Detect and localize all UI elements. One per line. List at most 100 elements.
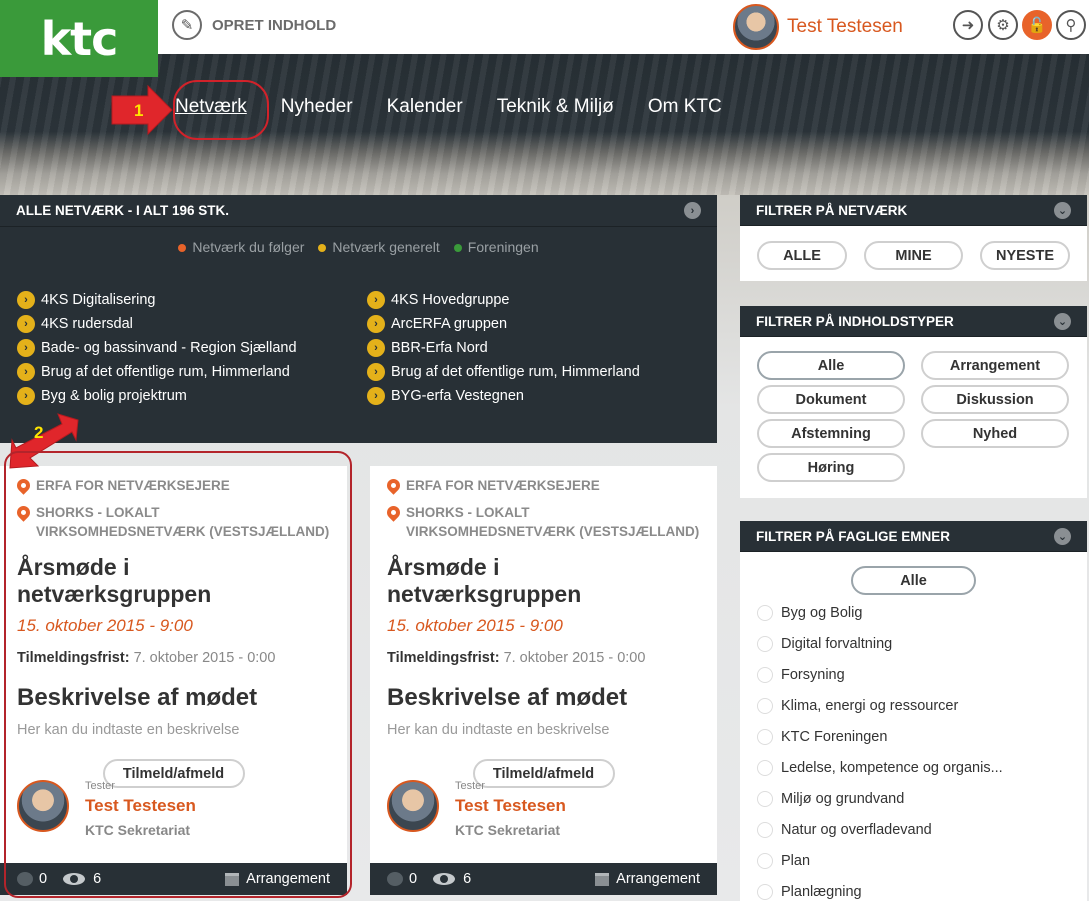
legend-dot <box>318 244 327 253</box>
radio-button[interactable] <box>757 790 773 807</box>
filter-topics-header[interactable]: FILTRER PÅ FAGLIGE EMNER ⌄ <box>740 521 1087 552</box>
event-card[interactable]: ERFA FOR NETVÆRKSEJERE SHORKS - LOKALT V… <box>370 466 717 895</box>
chevron-down-icon[interactable]: ⌄ <box>1054 201 1071 219</box>
network-item[interactable]: › Bade- og bassinvand - Region Sjælland <box>17 339 367 357</box>
topic-item[interactable]: Forsyning <box>757 659 1070 690</box>
filter-types-buttons: Alle Arrangement Dokument Diskussion Afs… <box>740 337 1087 482</box>
comment-count: 0 <box>409 871 418 887</box>
nav-om-ktc[interactable]: Om KTC <box>648 96 722 118</box>
nav-nyheder[interactable]: Nyheder <box>281 96 353 118</box>
topic-item[interactable]: KTC Foreningen <box>757 721 1070 752</box>
type-event-button[interactable]: Arrangement <box>921 351 1069 380</box>
topic-item[interactable]: Miljø og grundvand <box>757 783 1070 814</box>
radio-button[interactable] <box>757 666 773 683</box>
nav-teknik-miljo[interactable]: Teknik & Miljø <box>497 96 614 118</box>
legend-general: Netværk generelt <box>318 239 440 255</box>
chevron-right-icon: › <box>367 339 385 357</box>
radio-button[interactable] <box>757 821 773 838</box>
type-hearing-button[interactable]: Høring <box>757 453 905 482</box>
filter-newest-button[interactable]: NYESTE <box>980 241 1070 270</box>
network-item[interactable]: › BBR-Erfa Nord <box>367 339 707 357</box>
filter-topics-panel: FILTRER PÅ FAGLIGE EMNER ⌄ Alle Byg og B… <box>740 521 1087 901</box>
card-author[interactable]: Tester Test Testesen KTC Sekretariat <box>387 780 566 838</box>
network-item[interactable]: › Brug af det offentlige rum, Himmerland <box>17 363 367 381</box>
search-icon-button[interactable]: ⚲ <box>1056 10 1086 40</box>
chevron-right-icon: › <box>367 315 385 333</box>
card-footer: 0 6 Arrangement <box>370 863 717 895</box>
radio-button[interactable] <box>757 604 773 621</box>
legend-association: Foreningen <box>453 239 539 255</box>
annotation-ring-card <box>4 451 352 898</box>
network-item[interactable]: › Byg & bolig projektrum <box>17 387 367 405</box>
annotation-number-1: 1 <box>134 101 143 120</box>
network-item[interactable]: › Brug af det offentlige rum, Himmerland <box>367 363 707 381</box>
type-poll-button[interactable]: Afstemning <box>757 419 905 448</box>
filter-network-header[interactable]: FILTRER PÅ NETVÆRK ⌄ <box>740 195 1087 226</box>
networks-header: ALLE NETVÆRK - I ALT 196 STK. › <box>0 195 717 227</box>
user-profile[interactable]: Test Testesen <box>733 4 903 50</box>
create-content-button[interactable]: ✎ OPRET INDHOLD <box>172 10 336 40</box>
chevron-right-icon: › <box>17 339 35 357</box>
topic-item[interactable]: Natur og overfladevand <box>757 814 1070 845</box>
filter-network-title: FILTRER PÅ NETVÆRK <box>756 202 908 218</box>
card-deadline: Tilmeldingsfrist: 7. oktober 2015 - 0:00 <box>387 650 646 666</box>
type-discussion-button[interactable]: Diskussion <box>921 385 1069 414</box>
gear-icon-button[interactable]: ⚙ <box>988 10 1018 40</box>
topic-item[interactable]: Planlægning <box>757 876 1070 901</box>
network-item[interactable]: › 4KS rudersdal <box>17 315 367 333</box>
filter-mine-button[interactable]: MINE <box>864 241 963 270</box>
legend-dot <box>178 244 187 253</box>
network-list: › 4KS Digitalisering › 4KS Hovedgruppe › 4K… <box>17 291 707 405</box>
network-item[interactable]: › 4KS Digitalisering <box>17 291 367 309</box>
nav-kalender[interactable]: Kalender <box>387 96 463 118</box>
network-item[interactable]: › BYG-erfa Vestegnen <box>367 387 707 405</box>
topic-all-button[interactable]: Alle <box>851 566 976 595</box>
topic-item[interactable]: Plan <box>757 845 1070 876</box>
filter-types-header[interactable]: FILTRER PÅ INDHOLDSTYPER ⌄ <box>740 306 1087 337</box>
chevron-right-icon: › <box>17 363 35 381</box>
card-category[interactable]: ERFA FOR NETVÆRKSEJERE <box>384 476 700 495</box>
radio-button[interactable] <box>757 697 773 714</box>
chevron-right-icon: › <box>17 387 35 405</box>
view-count: 6 <box>463 871 472 887</box>
edit-icon: ✎ <box>172 10 202 40</box>
map-pin-icon <box>384 476 403 495</box>
card-description-heading: Beskrivelse af mødet <box>387 684 628 711</box>
topic-item[interactable]: Ledelse, kompetence og organis... <box>757 752 1070 783</box>
type-all-button[interactable]: Alle <box>757 351 905 380</box>
legend-dot <box>453 244 462 253</box>
chevron-right-icon[interactable]: › <box>684 202 701 219</box>
radio-button[interactable] <box>757 759 773 776</box>
author-name[interactable]: Test Testesen <box>455 796 566 816</box>
filter-network-panel: FILTRER PÅ NETVÆRK ⌄ ALLE MINE NYESTE <box>740 195 1087 281</box>
author-role: Tester <box>455 780 485 792</box>
ktc-logo[interactable]: ktc <box>0 0 158 77</box>
lock-icon-button[interactable]: 🔓 <box>1022 10 1052 40</box>
type-news-button[interactable]: Nyhed <box>921 419 1069 448</box>
topic-item[interactable]: Klima, energi og ressourcer <box>757 690 1070 721</box>
radio-button[interactable] <box>757 883 773 900</box>
filter-topics-title: FILTRER PÅ FAGLIGE EMNER <box>756 528 951 544</box>
topic-item[interactable]: Byg og Bolig <box>757 597 1070 628</box>
annotation-ring-nav <box>173 80 269 140</box>
chevron-down-icon[interactable]: ⌄ <box>1054 527 1071 545</box>
radio-button[interactable] <box>757 852 773 869</box>
all-networks-panel: ALLE NETVÆRK - I ALT 196 STK. › Netværk … <box>0 195 717 443</box>
topic-list: Byg og Bolig Digital forvaltning Forsyni… <box>740 595 1087 901</box>
card-title[interactable]: Årsmøde i netværksgruppen <box>387 554 700 608</box>
content-type: Arrangement <box>616 871 700 887</box>
eye-icon <box>433 873 456 885</box>
author-avatar <box>387 780 439 832</box>
chevron-down-icon[interactable]: ⌄ <box>1054 312 1071 330</box>
network-item[interactable]: › ArcERFA gruppen <box>367 315 707 333</box>
card-category[interactable]: SHORKS - LOKALT VIRKSOMHEDSNETVÆRK (VEST… <box>384 503 700 541</box>
radio-button[interactable] <box>757 635 773 652</box>
map-pin-icon <box>384 503 403 522</box>
top-bar: ktc ✎ OPRET INDHOLD Test Testesen ➜ ⚙ 🔓 … <box>0 0 1089 77</box>
network-item[interactable]: › 4KS Hovedgruppe <box>367 291 707 309</box>
radio-button[interactable] <box>757 728 773 745</box>
arrow-icon-button[interactable]: ➜ <box>953 10 983 40</box>
topic-item[interactable]: Digital forvaltning <box>757 628 1070 659</box>
type-document-button[interactable]: Dokument <box>757 385 905 414</box>
filter-all-button[interactable]: ALLE <box>757 241 847 270</box>
